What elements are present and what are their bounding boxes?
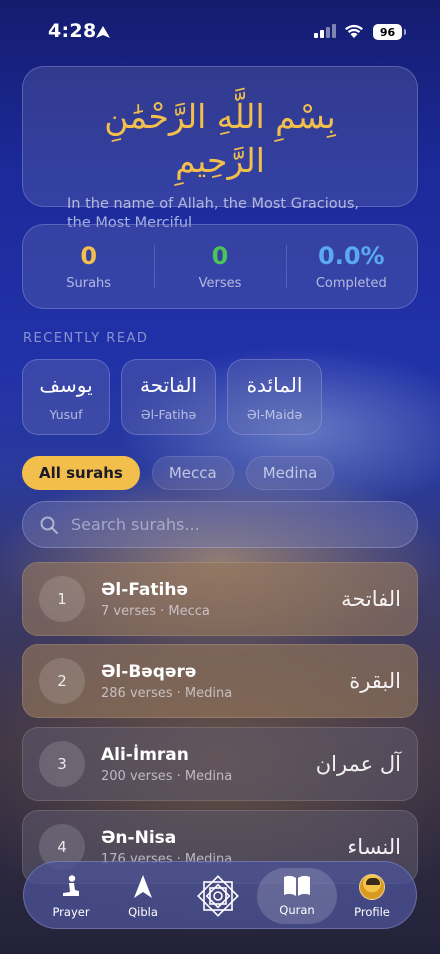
search-bar [22, 501, 418, 548]
surah-meta: 200 verses · Medina [101, 769, 233, 784]
prayer-icon [63, 875, 79, 896]
qibla-arrow-icon [134, 875, 152, 898]
surah-meta: 286 verses · Medina [101, 686, 233, 701]
filter-mecca[interactable]: Mecca [151, 456, 234, 490]
search-input[interactable] [71, 515, 391, 534]
tab-home-ornament[interactable] [188, 868, 248, 924]
tab-label: Profile [354, 905, 390, 919]
avatar [359, 874, 385, 900]
recent-surah-arabic: المائدة [246, 373, 303, 397]
islamic-star-ornament-icon [197, 875, 239, 917]
surah-info: Ali-İmran 200 verses · Medina [101, 744, 316, 784]
tab-profile[interactable]: Profile [344, 868, 400, 924]
search-icon [40, 516, 58, 534]
recent-surah-card[interactable]: المائدة Əl-Maidə [227, 359, 322, 435]
bottom-tab-bar: Prayer Qibla Quran Profile [23, 861, 417, 929]
filter-all-surahs[interactable]: All surahs [22, 456, 140, 490]
surah-meta: 7 verses · Mecca [101, 604, 210, 619]
tab-label: Prayer [52, 905, 90, 919]
filter-chips: All surahs Mecca Medina [22, 456, 335, 490]
status-bar: 4:28 96 [0, 0, 440, 60]
stat-verses: 0 Verses [154, 225, 285, 308]
tab-label: Qibla [128, 905, 158, 919]
tab-quran[interactable]: Quran [257, 868, 337, 924]
bismillah-arabic: بِسْمِ اللَّهِ الرَّحْمَٰنِ الرَّحِيمِ [104, 97, 336, 180]
location-arrow-icon [96, 26, 110, 38]
status-time: 4:28 [48, 20, 97, 42]
book-icon [284, 875, 310, 896]
surah-row[interactable]: 3 Ali-İmran 200 verses · Medina آل عمران [22, 727, 418, 801]
surah-name: Əl-Fatihə [101, 580, 188, 600]
surah-name: Ali-İmran [101, 745, 189, 765]
recent-surah-latin: Əl-Maidə [246, 407, 303, 422]
battery-icon: 96 [373, 24, 406, 40]
surah-name: Ən-Nisa [101, 828, 177, 848]
stat-label: Completed [315, 276, 387, 291]
stat-completed: 0.0% Completed [285, 225, 417, 308]
tab-prayer[interactable]: Prayer [42, 868, 100, 924]
recent-surah-card[interactable]: الفاتحة Əl-Fatihə [121, 359, 216, 435]
stat-surahs: 0 Surahs [23, 225, 154, 308]
filter-medina[interactable]: Medina [245, 456, 335, 490]
surah-info: Əl-Fatihə 7 verses · Mecca [101, 579, 341, 619]
stat-value: 0 [211, 242, 229, 270]
surah-row[interactable]: 1 Əl-Fatihə 7 verses · Mecca الفاتحة [22, 562, 418, 636]
surah-arabic-name: آل عمران [315, 752, 401, 776]
surah-name: Əl-Bəqərə [101, 662, 197, 682]
cellular-signal-icon [314, 24, 336, 38]
surah-arabic-name: البقرة [349, 669, 401, 693]
stats-card: 0 Surahs 0 Verses 0.0% Completed [22, 224, 418, 309]
recently-read-title: RECENTLY READ [23, 331, 149, 346]
stat-value: 0 [80, 242, 98, 270]
surah-info: Əl-Bəqərə 286 verses · Medina [101, 661, 349, 701]
recent-surah-latin: Əl-Fatihə [140, 407, 197, 422]
surah-row[interactable]: 2 Əl-Bəqərə 286 verses · Medina البقرة [22, 644, 418, 718]
stat-label: Verses [198, 276, 242, 291]
surah-number: 2 [39, 658, 85, 704]
stat-label: Surahs [66, 276, 112, 291]
recently-read-list: يوسف Yusuf الفاتحة Əl-Fatihə المائدة Əl-… [22, 359, 322, 435]
surah-arabic-name: النساء [347, 835, 401, 859]
recent-surah-card[interactable]: يوسف Yusuf [22, 359, 110, 435]
bismillah-card: بِسْمِ اللَّهِ الرَّحْمَٰنِ الرَّحِيمِ I… [22, 66, 418, 231]
recent-surah-arabic: يوسف [39, 373, 93, 397]
surah-number: 1 [39, 576, 85, 622]
tab-label: Quran [279, 903, 315, 917]
surah-arabic-name: الفاتحة [341, 587, 401, 611]
recent-surah-latin: Yusuf [49, 407, 83, 422]
surah-number: 3 [39, 741, 85, 787]
recent-surah-arabic: الفاتحة [139, 373, 198, 397]
stat-value: 0.0% [318, 242, 385, 270]
wifi-icon [345, 24, 363, 38]
tab-qibla[interactable]: Qibla [116, 868, 170, 924]
